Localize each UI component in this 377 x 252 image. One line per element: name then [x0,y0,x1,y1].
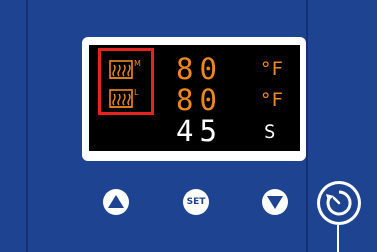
heater-mode-l-icon: L [109,86,145,110]
triangle-down-icon [267,196,283,209]
panel-frame-right [306,0,308,252]
down-button[interactable] [262,189,288,215]
temperature-readout-2: 80 [176,83,223,117]
mode-letter-m: M [134,59,141,68]
mode-letter-l: L [134,88,139,97]
panel-frame-left [26,0,28,252]
set-button[interactable]: SET [183,189,209,215]
heater-mode-m-icon: M [109,57,145,81]
triangle-up-icon [108,195,124,208]
timer-button[interactable] [317,181,361,225]
mode-indicator-group: M L [98,48,154,115]
time-readout: 45 [176,114,223,148]
time-unit: S [264,121,276,143]
temperature-readout-1: 80 [176,52,223,86]
timer-stem-line [337,225,339,252]
temperature-unit-2: °F [260,89,283,111]
up-button[interactable] [103,189,129,215]
control-panel: M L 80 °F 80 °F 45 S SET [0,0,377,252]
temperature-unit-1: °F [260,58,283,80]
timer-icon [326,190,352,216]
set-button-label: SET [186,197,206,207]
